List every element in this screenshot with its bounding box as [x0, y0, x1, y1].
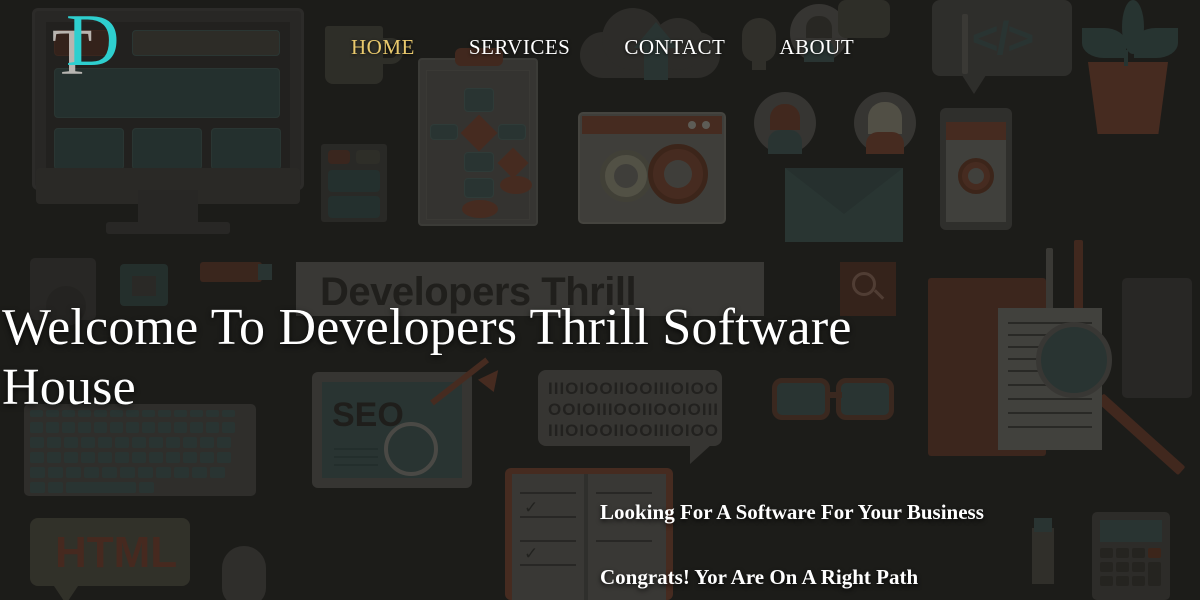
page-title: Welcome To Developers Thrill Software Ho…	[2, 299, 852, 416]
hero-tagline-primary: Looking For A Software For Your Business	[600, 500, 984, 524]
main-navigation: HOME SERVICES CONTACT ABOUT	[324, 35, 881, 60]
nav-link-services[interactable]: SERVICES	[442, 35, 598, 60]
nav-link-home[interactable]: HOME	[324, 35, 442, 60]
site-logo[interactable]: T D	[48, 4, 144, 88]
nav-link-about[interactable]: ABOUT	[752, 35, 881, 60]
hero-copy: Welcome To Developers Thrill Software Ho…	[0, 298, 980, 418]
hero-taglines: Looking For A Software For Your Business…	[600, 500, 984, 590]
nav-link-contact[interactable]: CONTACT	[597, 35, 752, 60]
site-header: T D HOME SERVICES CONTACT ABOUT	[0, 0, 1200, 95]
hero-section: </> Developers Thrill	[0, 0, 1200, 600]
logo-letter-d: D	[66, 0, 120, 82]
hero-tagline-secondary: Congrats! Yor Are On A Right Path	[600, 565, 919, 589]
